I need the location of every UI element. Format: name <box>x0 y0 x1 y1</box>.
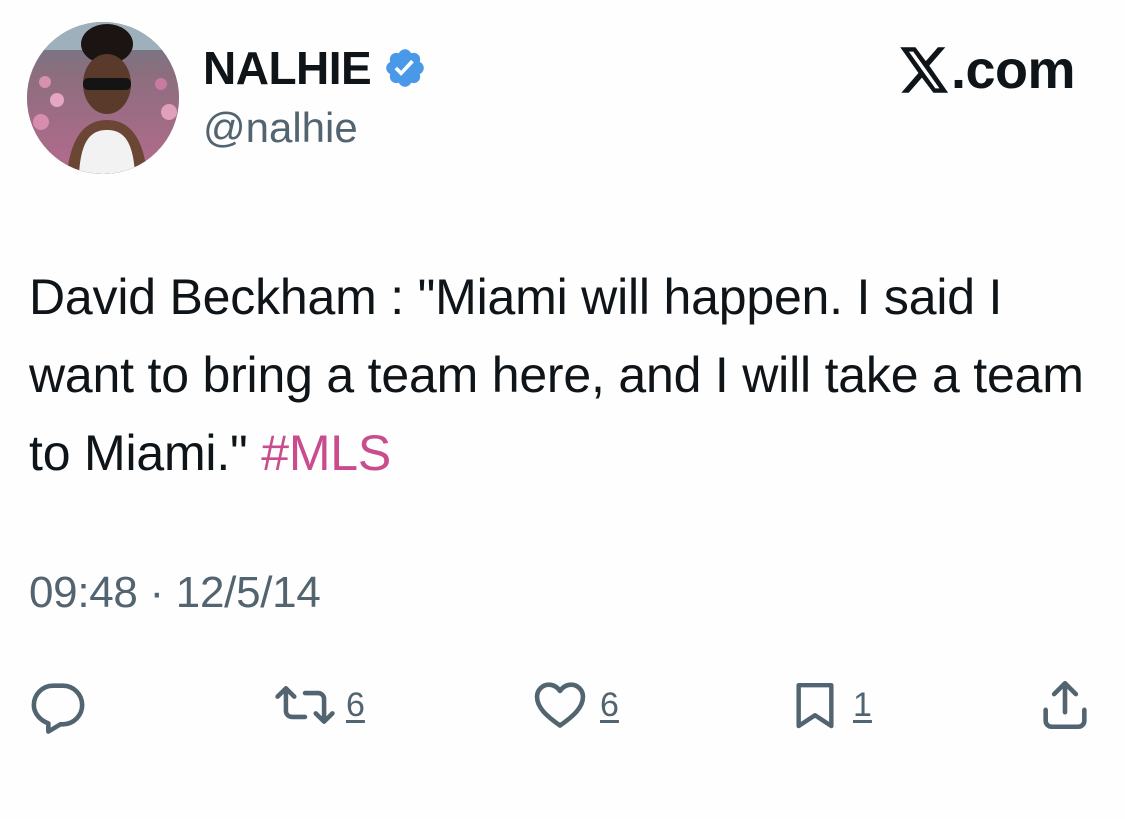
verified-badge-icon <box>383 46 427 90</box>
bookmark-button[interactable]: 1 <box>787 670 872 740</box>
like-count: 6 <box>600 685 619 724</box>
bookmark-count: 1 <box>853 685 872 724</box>
repost-icon <box>274 676 336 734</box>
avatar-photo <box>27 22 179 174</box>
action-bar: 6 6 1 <box>0 670 1125 740</box>
tweet-text: David Beckham : "Miami will happen. I sa… <box>29 258 1099 492</box>
share-icon <box>1036 676 1094 734</box>
display-name[interactable]: NALHIE <box>203 41 372 95</box>
x-logo-icon <box>897 45 949 95</box>
brand-label: .com <box>897 40 1076 100</box>
avatar[interactable] <box>27 22 179 174</box>
author-name-row[interactable]: NALHIE <box>203 40 427 96</box>
share-button[interactable] <box>1036 670 1094 740</box>
repost-button[interactable]: 6 <box>274 670 365 740</box>
author-handle[interactable]: @nalhie <box>203 104 358 152</box>
brand-domain: .com <box>950 40 1076 100</box>
tweet-body: David Beckham : "Miami will happen. I sa… <box>29 269 1098 481</box>
hashtag-link[interactable]: #MLS <box>261 425 391 481</box>
reply-button[interactable] <box>29 670 87 740</box>
like-button[interactable]: 6 <box>530 670 619 740</box>
heart-icon <box>530 676 590 734</box>
reply-icon <box>29 676 87 734</box>
tweet-card: NALHIE @nalhie .com David Beckham : "Mia… <box>0 0 1125 819</box>
bookmark-icon <box>787 676 843 734</box>
tweet-timestamp[interactable]: 09:48 · 12/5/14 <box>29 568 321 618</box>
repost-count: 6 <box>346 685 365 724</box>
